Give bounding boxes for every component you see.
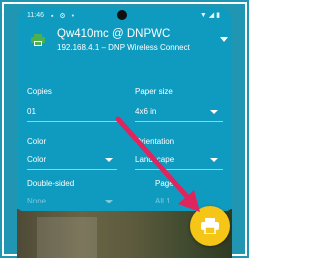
printer-dropdown-icon[interactable]	[220, 37, 228, 42]
copies-field[interactable]: 01	[27, 107, 36, 116]
paper-size-select[interactable]: 4x6 in	[135, 107, 156, 116]
status-system-icons: ▼◢▮	[199, 12, 222, 19]
orientation-select[interactable]: Landscape	[135, 155, 174, 164]
paper-size-underline	[135, 121, 223, 122]
paper-size-chevron-down-icon[interactable]	[210, 110, 218, 114]
color-chevron-down-icon[interactable]	[105, 158, 113, 162]
copies-label: Copies	[27, 87, 52, 96]
color-select[interactable]: Color	[27, 155, 46, 164]
status-notification-icons: ▪ ⚙ •	[51, 13, 77, 20]
print-pdf-icon	[201, 218, 219, 234]
copies-underline	[27, 121, 117, 122]
color-label: Color	[27, 137, 47, 146]
printer-icon	[31, 34, 45, 46]
status-bar: 11:46 ▪ ⚙ • ▼◢▮	[17, 7, 232, 25]
orientation-label: Orientation	[135, 137, 175, 146]
front-camera	[117, 10, 127, 20]
orientation-chevron-down-icon[interactable]	[210, 158, 218, 162]
paper-size-label: Paper size	[135, 87, 173, 96]
printer-name[interactable]: Qw410mc @ DNPWC	[57, 28, 170, 40]
printer-address: 192.168.4.1 – DNP Wireless Connect	[57, 43, 190, 52]
pages-label: Pages	[155, 179, 178, 188]
orientation-underline	[135, 169, 223, 170]
status-time: 11:46	[27, 12, 44, 19]
color-underline	[27, 169, 117, 170]
photo-highlight	[37, 217, 97, 258]
double-sided-label: Double-sided	[27, 179, 75, 188]
print-fab-button[interactable]	[190, 206, 230, 246]
